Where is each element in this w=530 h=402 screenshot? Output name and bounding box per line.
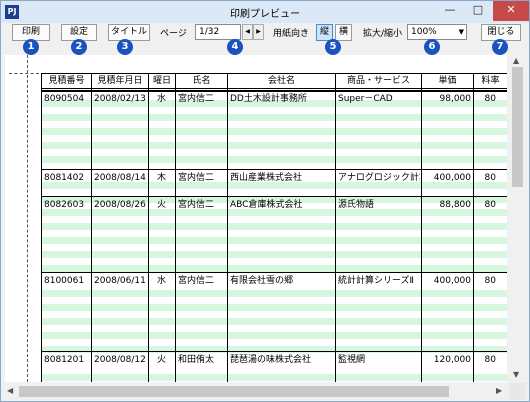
scroll-right-icon[interactable]: ▶	[496, 386, 502, 395]
cell-day: 火	[156, 200, 166, 210]
cell-rate: 80	[484, 355, 496, 365]
badge-7: 7	[492, 39, 508, 55]
scroll-up-icon[interactable]: ▲	[513, 56, 519, 65]
window-close-button[interactable]: ✕	[493, 1, 529, 21]
cell-product: 源氏物語	[338, 200, 375, 210]
cell-id: 8081402	[44, 173, 85, 183]
zoom-select[interactable]: 100% ▼	[407, 24, 467, 40]
vertical-scrollbar[interactable]: ▲ ▼	[509, 55, 526, 382]
scroll-down-icon[interactable]: ▼	[513, 370, 519, 379]
cell-date: 2008/08/26	[94, 200, 146, 210]
cell-date: 2008/08/12	[94, 355, 146, 365]
cell-company: 琵琶湯の味株式会社	[230, 355, 312, 365]
header-cell: 料率	[473, 74, 507, 88]
badge-1: 1	[23, 39, 39, 55]
badge-4: 4	[227, 39, 243, 55]
orientation-label: 用紙向き	[273, 29, 310, 39]
badge-3: 3	[117, 39, 133, 55]
cell-rate: 80	[484, 276, 496, 286]
title-bar: PJ 印刷プレビュー — □ ✕	[1, 1, 529, 23]
cell-rate: 80	[484, 94, 496, 104]
data-table: 見積番号 見積年月日 曜日 氏名 会社名 商品・サービス 単価 料率 80905…	[41, 73, 507, 382]
badge-2: 2	[71, 39, 87, 55]
cell-name: 和田侑太	[178, 355, 215, 365]
vertical-scroll-thumb[interactable]	[512, 67, 523, 187]
arrow-right-icon: ▶	[256, 28, 261, 35]
prev-page-button[interactable]: ◀	[242, 24, 253, 40]
cell-price: 88,800	[439, 200, 472, 210]
header-cell: 商品・サービス	[335, 74, 421, 88]
maximize-button[interactable]: □	[465, 1, 491, 21]
cell-price: 120,000	[433, 355, 471, 365]
cell-company: 有限会社雪の郷	[230, 276, 294, 286]
cell-rate: 80	[484, 200, 496, 210]
cell-rate: 80	[484, 173, 496, 183]
margin-guide-horizontal	[9, 73, 39, 74]
cell-company: DD土木設計事務所	[230, 94, 307, 104]
cell-id: 8090504	[44, 94, 85, 104]
cell-date: 2008/06/11	[94, 276, 146, 286]
zoom-value: 100%	[411, 27, 437, 37]
margin-guide-vertical	[27, 55, 28, 382]
cell-product: 統計計算シリーズⅡ	[338, 276, 414, 286]
header-cell: 氏名	[175, 74, 227, 88]
landscape-button[interactable]: 横	[335, 24, 352, 41]
cell-day: 水	[156, 94, 166, 104]
page-input[interactable]: 1/32	[195, 24, 241, 40]
cell-day: 水	[156, 276, 166, 286]
zoom-label: 拡大/縮小	[363, 29, 403, 39]
cell-name: 宮内信二	[178, 200, 215, 210]
horizontal-scrollbar[interactable]: ◀ ▶	[5, 383, 507, 400]
header-cell: 見積年月日	[91, 74, 148, 88]
cell-date: 2008/02/13	[94, 94, 146, 104]
cell-day: 火	[156, 355, 166, 365]
minimize-button[interactable]: —	[437, 1, 463, 21]
header-cell: 見積番号	[41, 74, 91, 88]
table-header: 見積番号 見積年月日 曜日 氏名 会社名 商品・サービス 単価 料率	[41, 73, 507, 89]
cell-product: アナログロジック計算ライ	[338, 173, 420, 183]
horizontal-scroll-thumb[interactable]	[19, 386, 449, 397]
cell-company: ABC倉庫株式会社	[230, 200, 303, 210]
header-cell: 単価	[421, 74, 473, 88]
page-label: ページ	[160, 29, 187, 39]
cell-name: 宮内信二	[178, 276, 215, 286]
cell-price: 400,000	[433, 173, 471, 183]
close-icon: ✕	[506, 3, 516, 16]
next-page-button[interactable]: ▶	[253, 24, 264, 40]
badge-6: 6	[424, 39, 440, 55]
arrow-left-icon: ◀	[245, 28, 250, 35]
preview-area: 見積番号 見積年月日 曜日 氏名 会社名 商品・サービス 単価 料率 80905…	[5, 55, 507, 382]
scrollbar-corner	[509, 383, 526, 400]
cell-price: 400,000	[433, 276, 471, 286]
maximize-icon: □	[472, 3, 484, 16]
cell-date: 2008/08/14	[94, 173, 146, 183]
header-cell: 曜日	[148, 74, 175, 88]
minimize-icon: —	[444, 3, 456, 16]
badge-5: 5	[325, 39, 341, 55]
scroll-left-icon[interactable]: ◀	[7, 386, 13, 395]
cell-id: 8081201	[44, 355, 85, 365]
header-cell: 会社名	[227, 74, 335, 88]
cell-company: 西山産業株式会社	[230, 173, 303, 183]
cell-product: 監視網	[338, 355, 366, 365]
cell-price: 98,000	[439, 94, 472, 104]
cell-name: 宮内信二	[178, 94, 215, 104]
cell-id: 8082603	[44, 200, 85, 210]
cell-id: 8100061	[44, 276, 85, 286]
print-preview-window: PJ 印刷プレビュー — □ ✕ 印刷 設定 タイトル ページ 1/32 ◀ ▶…	[0, 0, 530, 402]
cell-day: 木	[156, 173, 166, 183]
cell-name: 宮内信二	[178, 173, 215, 183]
cell-product: Super－CAD	[338, 94, 393, 104]
chevron-down-icon: ▼	[458, 28, 464, 36]
title-button[interactable]: タイトル	[108, 24, 150, 41]
